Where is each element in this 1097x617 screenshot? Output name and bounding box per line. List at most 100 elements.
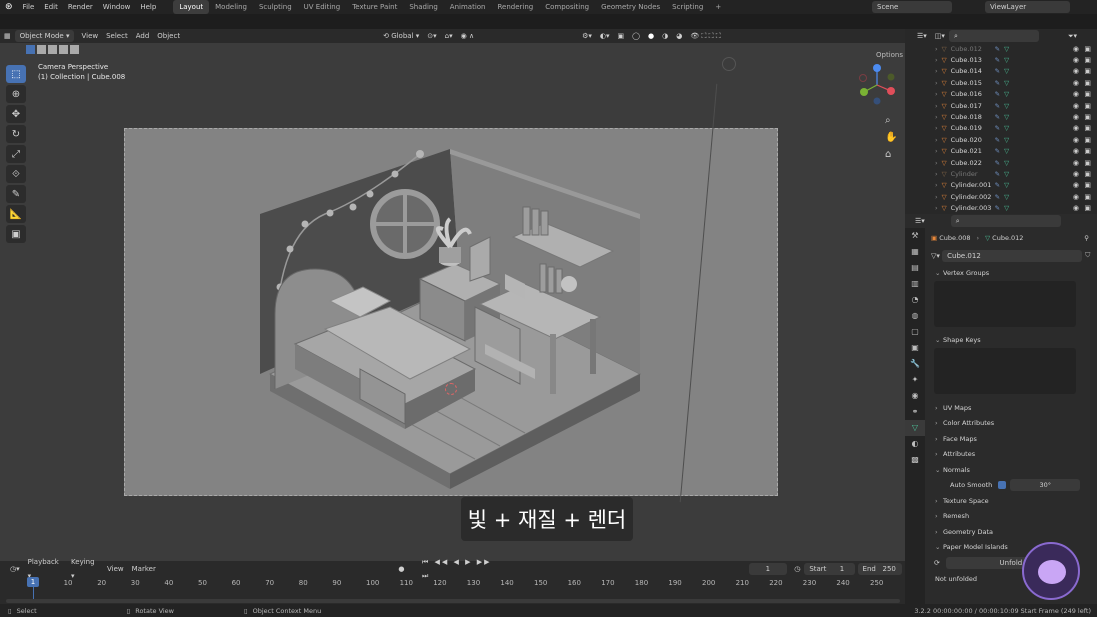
add-cube-tool[interactable]: ▣ (6, 225, 26, 243)
outliner-item[interactable]: › ▽ Cube.019 ✎ ▽ ◉ ▣ (905, 123, 1097, 134)
render-camera-icon[interactable]: ▣ (1084, 102, 1091, 110)
menu-file[interactable]: File (18, 0, 40, 14)
menu-object[interactable]: Object (153, 29, 184, 43)
tab-geometry-nodes[interactable]: Geometry Nodes (595, 0, 666, 14)
zoom-icon[interactable]: ⌕ (885, 112, 897, 129)
shading-material-icon[interactable]: ◑ (658, 29, 672, 43)
navigation-gizmo[interactable] (855, 63, 899, 107)
auto-smooth-checkbox[interactable] (998, 481, 1007, 490)
options-button[interactable]: Options (876, 50, 903, 60)
menu-render[interactable]: Render (63, 0, 98, 14)
render-camera-icon[interactable]: ▣ (1084, 113, 1091, 121)
outliner-item[interactable]: › ▽ Cylinder ✎ ▽ ◉ ▣ (905, 168, 1097, 179)
visibility-eye-icon[interactable]: ◉ (1073, 136, 1079, 144)
current-frame-indicator[interactable]: 1 (27, 577, 39, 587)
render-camera-icon[interactable]: ▣ (1084, 56, 1091, 64)
scale-tool[interactable]: ⤢ (6, 145, 26, 163)
record-icon[interactable]: ● (394, 562, 408, 576)
pivot-icon[interactable]: ⊙▾ (423, 29, 440, 43)
render-camera-icon[interactable]: ▣ (1084, 79, 1091, 87)
visibility-eye-icon[interactable]: ◉ (1073, 204, 1079, 212)
modifier-tab-icon[interactable]: 🔧 (905, 356, 925, 372)
3d-viewport[interactable]: ⬚ ⊕ ✥ ↻ ⤢ ⟐ ✎ 📐 ▣ Camera Perspective (1)… (0, 43, 905, 561)
rotate-tool[interactable]: ↻ (6, 125, 26, 143)
visibility-eye-icon[interactable]: ◉ (1073, 113, 1079, 121)
annotate-tool[interactable]: ✎ (6, 185, 26, 203)
scene-selector[interactable]: Scene (872, 1, 952, 13)
tab-animation[interactable]: Animation (444, 0, 492, 14)
tab-modeling[interactable]: Modeling (209, 0, 253, 14)
visibility-eye-icon[interactable]: ◉ (1073, 45, 1079, 53)
shading-solid-icon[interactable]: ● (644, 29, 658, 43)
expand-arrow-icon[interactable]: › (935, 193, 938, 201)
section-attributes[interactable]: › Attributes (905, 447, 1097, 463)
visibility-eye-icon[interactable]: ◉ (1073, 193, 1079, 201)
view-layer-tab-icon[interactable]: ▥ (905, 276, 925, 292)
viewlayer-selector[interactable]: ViewLayer (985, 1, 1070, 13)
outliner-item[interactable]: › ▽ Cube.018 ✎ ▽ ◉ ▣ (905, 111, 1097, 122)
expand-arrow-icon[interactable]: › (935, 170, 938, 178)
outliner-item[interactable]: › ▽ Cube.022 ✎ ▽ ◉ ▣ (905, 157, 1097, 168)
outliner-search-input[interactable]: ⌕ (948, 30, 1039, 42)
section-texture-space[interactable]: › Texture Space (905, 493, 1097, 509)
timeline-scrollbar[interactable] (6, 599, 900, 603)
playback-controls[interactable]: ⏮ ◀◀ ◀ ▶ ▶▶ ⏭ (418, 555, 505, 583)
expand-arrow-icon[interactable]: › (935, 124, 938, 132)
visibility-eye-icon[interactable]: ◉ (1073, 181, 1079, 189)
select-extend-icon[interactable] (37, 45, 46, 54)
expand-arrow-icon[interactable]: › (935, 67, 938, 75)
outliner-item[interactable]: › ▽ Cube.014 ✎ ▽ ◉ ▣ (905, 66, 1097, 77)
menu-select[interactable]: Select (102, 29, 132, 43)
render-camera-icon[interactable]: ▣ (1084, 159, 1091, 167)
fake-user-icon[interactable]: ⛉ (1085, 251, 1090, 260)
clock-icon[interactable]: ◷ (790, 562, 804, 576)
world-tab-icon[interactable]: ◍ (905, 308, 925, 324)
menu-help[interactable]: Help (135, 0, 161, 14)
object-tab-icon[interactable]: ▣ (905, 340, 925, 356)
expand-arrow-icon[interactable]: › (935, 181, 938, 189)
tab-scripting[interactable]: Scripting (666, 0, 709, 14)
constraints-tab-icon[interactable]: ⚭ (905, 404, 925, 420)
transform-orientation-dropdown[interactable]: ⟲ Global ▾ (379, 29, 423, 43)
visibility-eye-icon[interactable]: ◉ (1073, 90, 1079, 98)
properties-search-input[interactable]: ⌕ (950, 215, 1061, 227)
render-camera-icon[interactable]: ▣ (1084, 124, 1091, 132)
measure-tool[interactable]: 📐 (6, 205, 26, 223)
visibility-eye-icon[interactable]: ◉ (1073, 79, 1079, 87)
cursor-tool[interactable]: ⊕ (6, 85, 26, 103)
expand-arrow-icon[interactable]: › (935, 136, 938, 144)
render-camera-icon[interactable]: ▣ (1084, 193, 1091, 201)
tab-sculpting[interactable]: Sculpting (253, 0, 298, 14)
menu-add[interactable]: Add (132, 29, 154, 43)
add-workspace-icon[interactable]: + (709, 0, 727, 14)
auto-smooth-angle-field[interactable]: 30° (1010, 479, 1081, 492)
outliner-item[interactable]: › ▽ Cylinder.002 ✎ ▽ ◉ ▣ (905, 191, 1097, 202)
collection-tab-icon[interactable]: ▢ (905, 324, 925, 340)
pan-hand-icon[interactable]: ✋ (885, 129, 897, 146)
outliner-item[interactable]: › ▽ Cylinder.001 ✎ ▽ ◉ ▣ (905, 180, 1097, 191)
material-tab-icon[interactable]: ◐ (905, 436, 925, 452)
visibility-eye-icon[interactable]: ◉ (1073, 124, 1079, 132)
viewport-gizmo-icon[interactable]: ⚙▾ (578, 29, 596, 43)
display-mode-icon[interactable]: ◫▾ (931, 29, 949, 43)
visibility-eye-icon[interactable]: ◉ (1073, 170, 1079, 178)
shape-keys-list[interactable] (934, 348, 1076, 394)
expand-arrow-icon[interactable]: › (935, 113, 938, 121)
section-vertex-groups[interactable]: ⌄ Vertex Groups (905, 265, 1097, 281)
expand-arrow-icon[interactable]: › (935, 147, 938, 155)
section-shape-keys[interactable]: ⌄ Shape Keys (905, 333, 1097, 349)
visibility-eye-icon[interactable]: ◉ (1073, 147, 1079, 155)
timeline-editor[interactable]: ◷▾ Playback ▾ Keying ▾ View Marker ● ⏮ ◀… (0, 558, 905, 606)
tab-rendering[interactable]: Rendering (491, 0, 539, 14)
visibility-eye-icon[interactable]: ◉ (1073, 102, 1079, 110)
proportional-edit-icon[interactable]: ◉ ∧ (457, 29, 478, 43)
vertex-groups-list[interactable] (934, 280, 1076, 327)
expand-arrow-icon[interactable]: › (935, 45, 938, 53)
section-uv-maps[interactable]: › UV Maps (905, 400, 1097, 416)
camera-view-icon[interactable]: ⌂ (885, 146, 897, 163)
expand-arrow-icon[interactable]: › (935, 102, 938, 110)
select-intersect-icon[interactable] (70, 45, 79, 54)
outliner-item[interactable]: › ▽ Cube.016 ✎ ▽ ◉ ▣ (905, 89, 1097, 100)
section-remesh[interactable]: › Remesh (905, 509, 1097, 525)
overlay-icon[interactable]: ◐▾ (596, 29, 614, 43)
